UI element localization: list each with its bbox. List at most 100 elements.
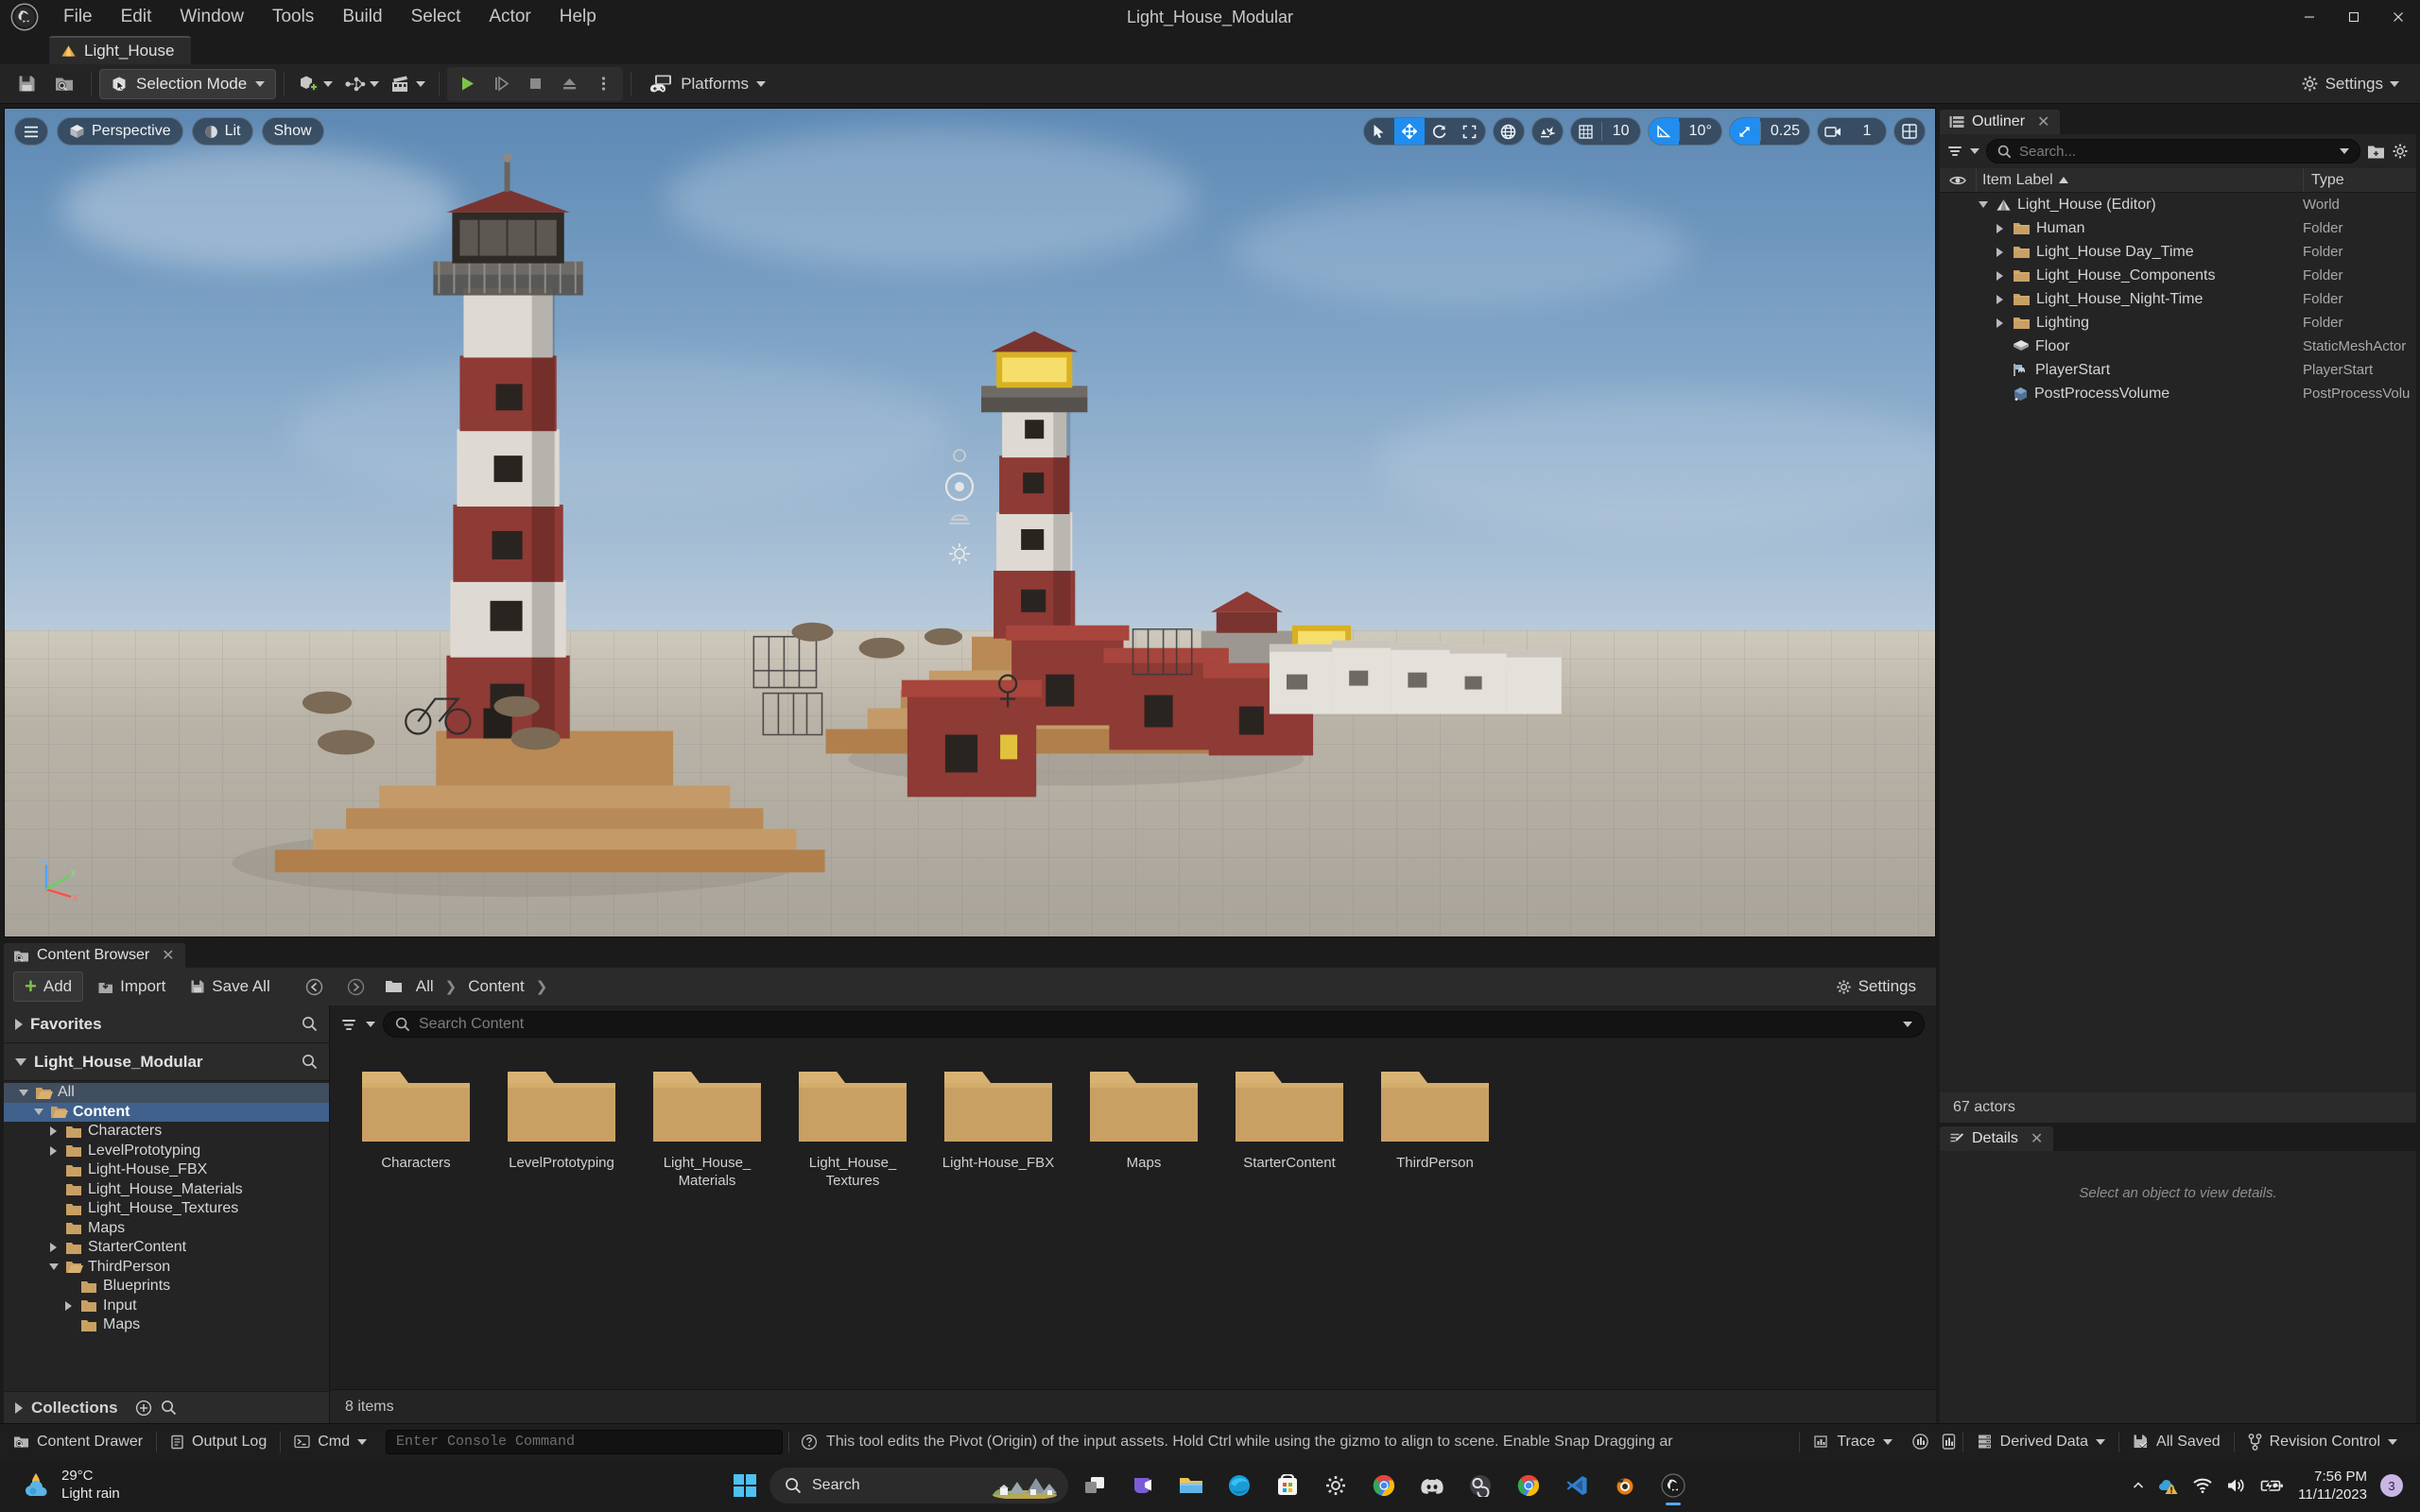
content-folder-tree[interactable]: All Content Characters LevelPrototyping Ligh… xyxy=(4,1081,329,1391)
weather-widget[interactable]: 29°C Light rain xyxy=(0,1468,120,1503)
asset-folder-item[interactable]: StarterContent xyxy=(1217,1060,1362,1195)
obs-icon[interactable] xyxy=(1459,1464,1502,1507)
level-viewport[interactable]: Perspective Lit Show 10 10° 0.25 1 z x y xyxy=(4,108,1936,937)
details-tab[interactable]: Details ✕ xyxy=(1940,1126,2054,1151)
menu-help[interactable]: Help xyxy=(545,0,611,34)
viewport-layout-button[interactable] xyxy=(1893,117,1926,146)
onedrive-warning-icon[interactable] xyxy=(2158,1476,2179,1495)
outliner-row[interactable]: Lighting Folder xyxy=(1940,311,2416,335)
breadcrumb-all[interactable]: All xyxy=(410,977,440,996)
rotate-tool-icon[interactable] xyxy=(1425,118,1455,145)
menu-edit[interactable]: Edit xyxy=(107,0,166,34)
chrome-icon[interactable] xyxy=(1362,1464,1406,1507)
asset-folder-item[interactable]: Light_House_ Textures xyxy=(780,1060,925,1195)
play-button[interactable] xyxy=(450,69,484,99)
platforms-button[interactable]: Platforms xyxy=(639,68,775,100)
viewport-show-button[interactable]: Show xyxy=(261,117,324,146)
console-command-input[interactable] xyxy=(396,1434,772,1450)
scale-tool-icon[interactable] xyxy=(1455,118,1485,145)
chevron-right-icon[interactable] xyxy=(1993,223,2007,233)
chevron-right-icon[interactable] xyxy=(46,1126,60,1137)
play-options-button[interactable] xyxy=(586,69,620,99)
back-button[interactable] xyxy=(296,969,334,1005)
show-hidden-icons-button[interactable] xyxy=(2132,1479,2145,1492)
scale-snap-value[interactable]: 0.25 xyxy=(1761,118,1809,145)
gear-icon[interactable] xyxy=(2392,143,2409,160)
menu-window[interactable]: Window xyxy=(165,0,258,34)
light-gizmo[interactable] xyxy=(926,444,993,567)
viewport-lit-button[interactable]: Lit xyxy=(191,117,253,146)
column-type[interactable]: Type xyxy=(2303,168,2416,192)
content-drawer-button[interactable]: Content Drawer xyxy=(0,1424,156,1460)
folder-tree-item[interactable]: StarterContent xyxy=(4,1238,329,1258)
chevron-right-icon[interactable] xyxy=(46,1145,60,1156)
filter-icon[interactable] xyxy=(1947,145,1963,158)
search-content-box[interactable] xyxy=(383,1011,1925,1038)
derived-data-button[interactable]: Derived Data xyxy=(1963,1424,2118,1460)
breadcrumb-content[interactable]: Content xyxy=(462,977,530,996)
stop-button[interactable] xyxy=(518,69,552,99)
close-icon[interactable]: ✕ xyxy=(162,946,174,965)
save-button[interactable] xyxy=(8,66,45,102)
folder-tree-item[interactable]: Characters xyxy=(4,1122,329,1142)
visibility-eye-icon[interactable] xyxy=(1940,175,1976,186)
discord-icon[interactable] xyxy=(1410,1464,1454,1507)
folder-tree-item[interactable]: LevelPrototyping xyxy=(4,1142,329,1161)
project-section[interactable]: Light_House_Modular xyxy=(4,1043,329,1081)
outliner-row[interactable]: Light_House Day_Time Folder xyxy=(1940,240,2416,264)
chevron-right-icon[interactable] xyxy=(1993,247,2007,257)
folder-tree-item[interactable]: Input xyxy=(4,1297,329,1316)
taskbar-search[interactable]: Search xyxy=(769,1468,1068,1503)
unreal-icon[interactable] xyxy=(1651,1464,1695,1507)
camera-speed-value[interactable]: 1 xyxy=(1848,118,1886,145)
selection-mode-button[interactable]: Selection Mode xyxy=(99,68,277,99)
asset-folder-item[interactable]: Characters xyxy=(343,1060,489,1195)
outliner-tab[interactable]: Outliner ✕ xyxy=(1940,110,2061,134)
battery-charging-icon[interactable] xyxy=(2260,1477,2285,1494)
translate-tool-icon[interactable] xyxy=(1393,118,1425,145)
skip-button[interactable] xyxy=(484,69,518,99)
all-saved-button[interactable]: All Saved xyxy=(2119,1424,2234,1460)
folder-tree-item[interactable]: Light-House_FBX xyxy=(4,1160,329,1180)
output-log-button[interactable]: Output Log xyxy=(157,1424,280,1460)
memory-button[interactable] xyxy=(1935,1424,1962,1460)
maximize-button[interactable] xyxy=(2331,0,2376,34)
create-actor-button[interactable] xyxy=(292,68,338,100)
search-icon[interactable] xyxy=(302,1016,318,1032)
chevron-down-icon[interactable] xyxy=(16,1089,30,1096)
search-icon[interactable] xyxy=(161,1400,177,1416)
outliner-search-input[interactable] xyxy=(2019,143,2332,160)
folder-tree-item[interactable]: Light_House_Textures xyxy=(4,1199,329,1219)
level-tab-light-house[interactable]: Light_House xyxy=(49,36,192,64)
taskbar-clock[interactable]: 7:56 PM 11/11/2023 xyxy=(2298,1468,2367,1504)
task-view-icon[interactable] xyxy=(1073,1464,1116,1507)
chevron-down-icon[interactable] xyxy=(31,1108,45,1116)
notification-badge[interactable]: 3 xyxy=(2380,1474,2403,1497)
start-button[interactable] xyxy=(725,1466,765,1505)
chevron-right-icon[interactable] xyxy=(1993,270,2007,281)
cmd-button[interactable]: Cmd xyxy=(281,1424,380,1460)
layout-grid-icon[interactable] xyxy=(1894,118,1925,145)
chevron-down-icon[interactable] xyxy=(1903,1022,1912,1027)
save-all-button[interactable]: Save All xyxy=(180,971,280,1002)
globe-icon[interactable] xyxy=(1494,118,1524,145)
folder-tree-item[interactable]: Maps xyxy=(4,1219,329,1239)
chrome2-icon[interactable] xyxy=(1507,1464,1550,1507)
vscode-icon[interactable] xyxy=(1555,1464,1599,1507)
new-folder-icon[interactable] xyxy=(2367,144,2385,160)
camera-icon[interactable] xyxy=(1818,118,1848,145)
viewport-perspective-button[interactable]: Perspective xyxy=(57,117,183,146)
file-explorer-icon[interactable] xyxy=(1169,1464,1213,1507)
chevron-right-icon[interactable] xyxy=(1993,294,2007,304)
angle-snap-icon[interactable] xyxy=(1648,118,1679,145)
folder-tree-item[interactable]: Content xyxy=(4,1102,329,1122)
collections-section[interactable]: Collections xyxy=(4,1391,329,1423)
chevron-down-icon[interactable] xyxy=(46,1263,60,1271)
toolbar-settings-button[interactable]: Settings xyxy=(2290,68,2411,100)
volume-icon[interactable] xyxy=(2226,1477,2247,1494)
performance-button[interactable] xyxy=(1906,1424,1935,1460)
unreal-logo-icon[interactable] xyxy=(0,0,49,34)
asset-folder-item[interactable]: Maps xyxy=(1071,1060,1217,1195)
outliner-search-box[interactable] xyxy=(1986,139,2360,163)
coordinate-system-button[interactable] xyxy=(1492,117,1525,146)
